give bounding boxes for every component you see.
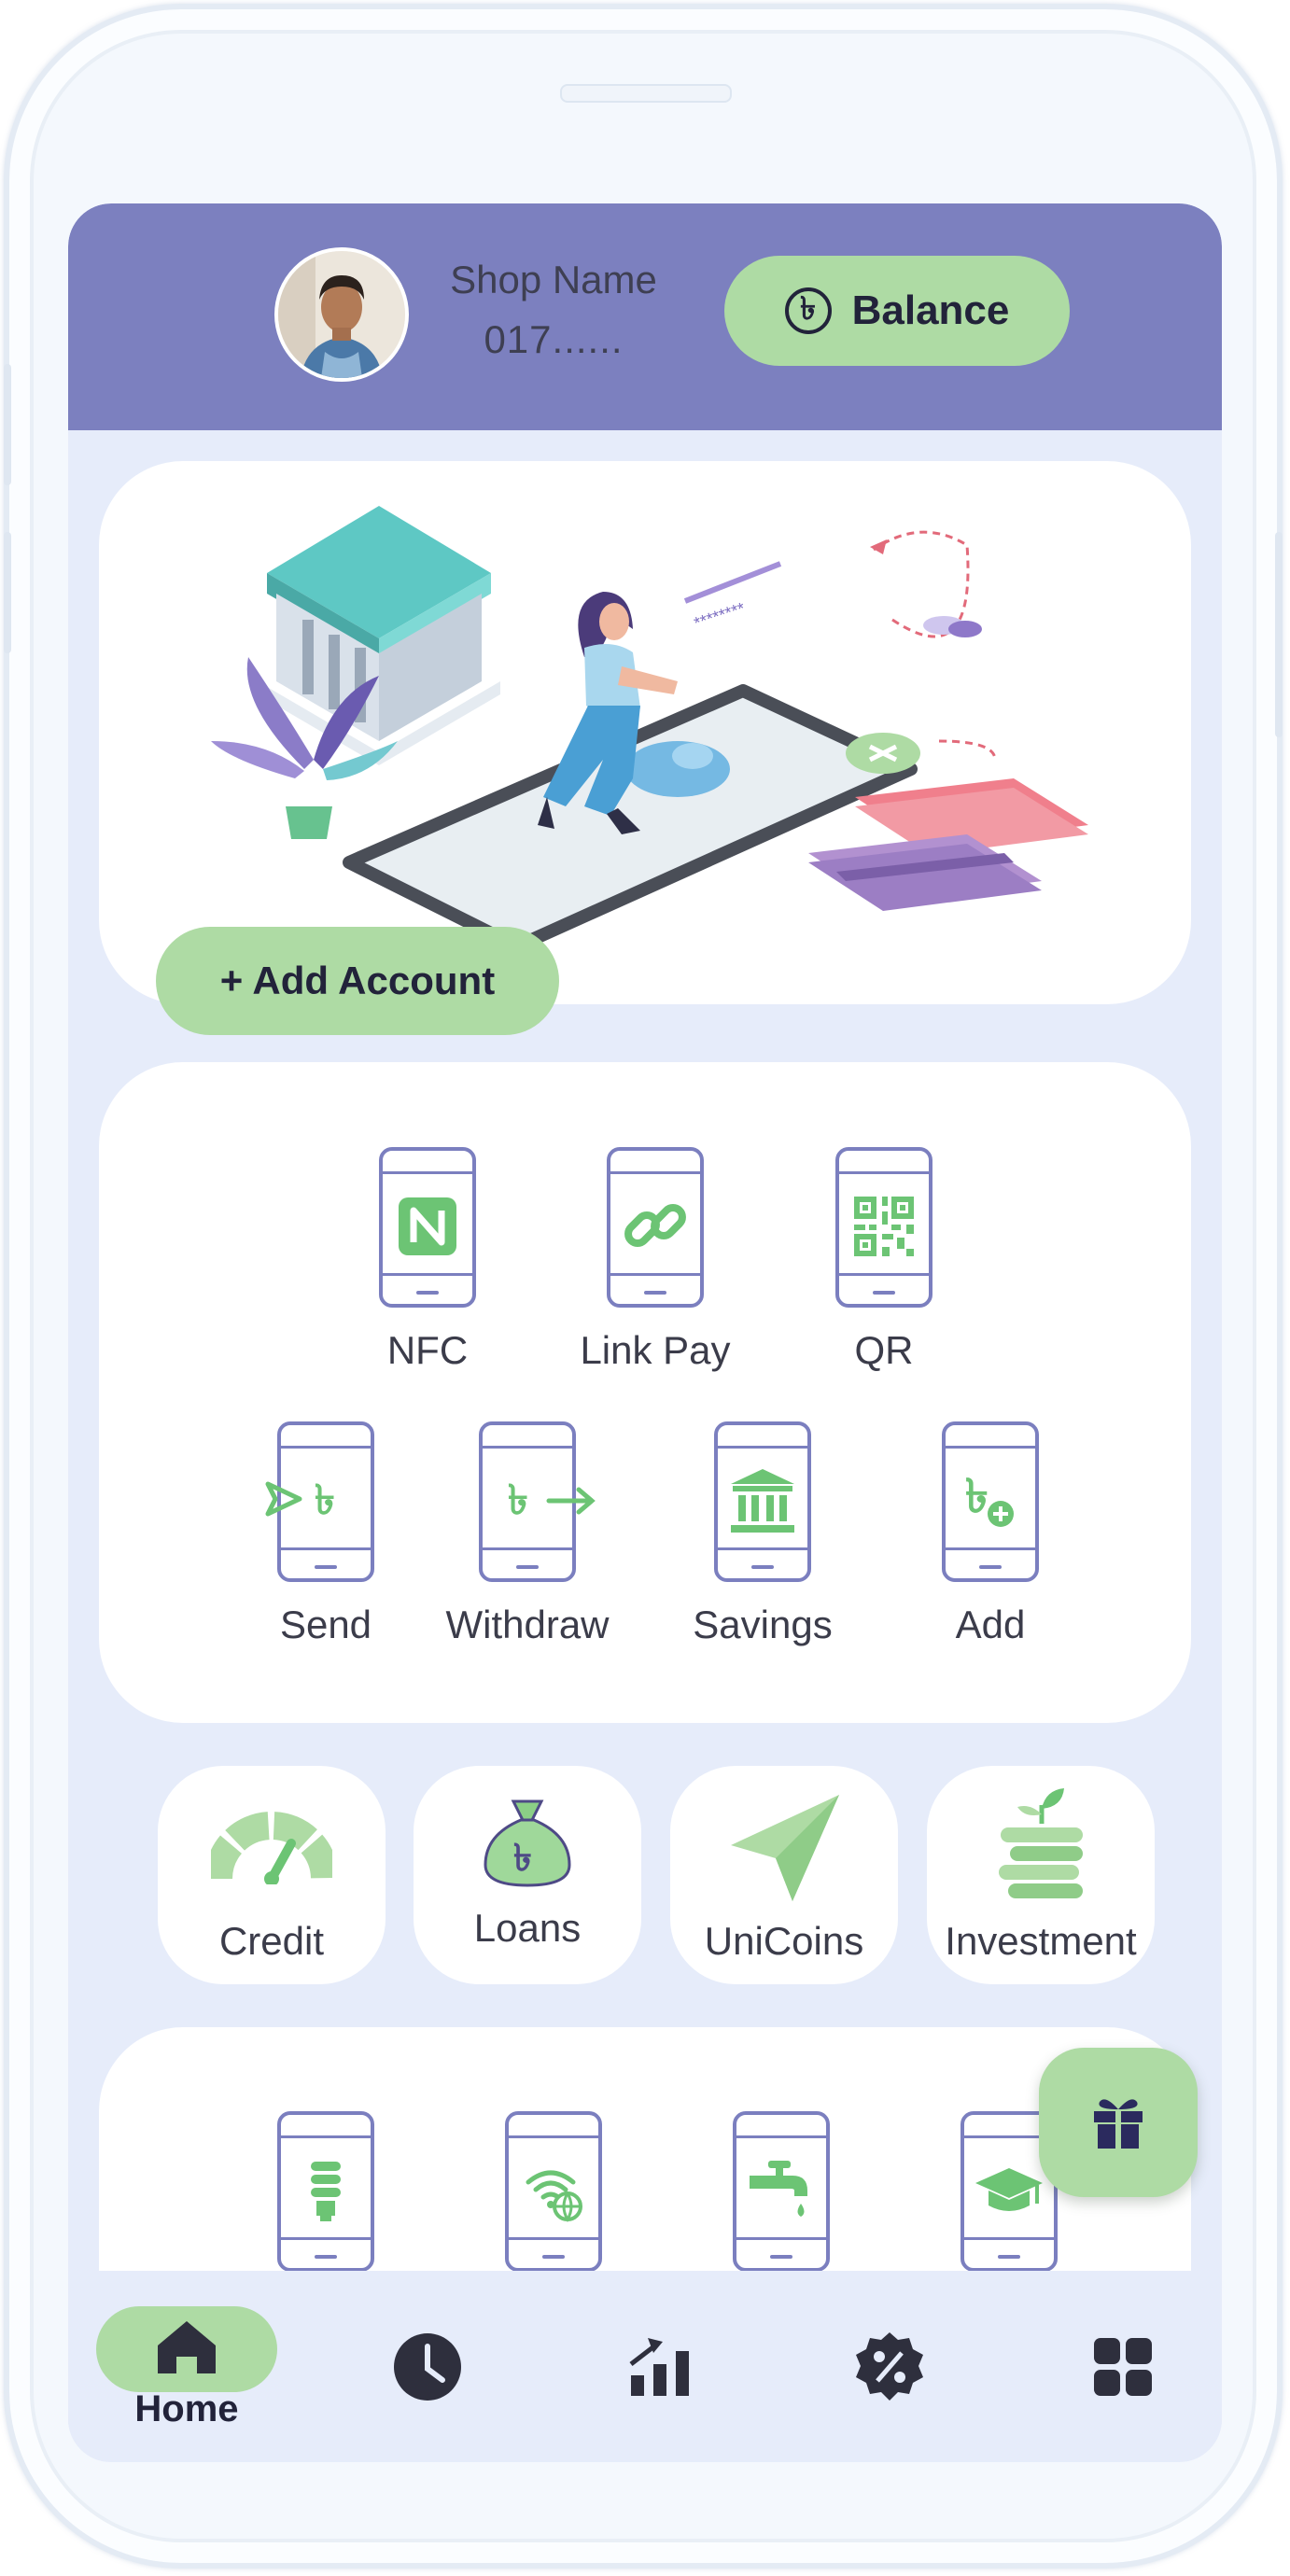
feature-credit[interactable]: Credit (158, 1766, 386, 1984)
feature-loans[interactable]: ৳ Loans (414, 1766, 641, 1984)
home-icon (158, 2321, 216, 2373)
balance-label: Balance (851, 287, 1010, 333)
bill-internet[interactable] (451, 2111, 656, 2272)
service-label: Link Pay (580, 1328, 731, 1372)
shop-phone-number: 017...... (484, 317, 624, 361)
paper-plane-icon (670, 1786, 898, 1908)
service-nfc[interactable]: NFC (325, 1147, 530, 1373)
service-label: Add (955, 1603, 1026, 1646)
nfc-icon (379, 1147, 476, 1308)
phone-side-button (4, 364, 11, 485)
nav-offers[interactable] (843, 2271, 936, 2462)
add-account-button[interactable]: + Add Account (156, 927, 559, 1035)
phone-side-button (4, 532, 11, 653)
feature-unicoins[interactable]: UniCoins (670, 1766, 898, 1984)
coin-stack-plant-icon (927, 1786, 1155, 1908)
feature-label: Loans (473, 1906, 582, 1950)
service-label: Withdraw (445, 1603, 610, 1646)
add-money-icon: ৳ (942, 1421, 1039, 1582)
feature-investment[interactable]: Investment (927, 1766, 1155, 1984)
service-link-pay[interactable]: Link Pay (553, 1147, 758, 1373)
bill-electricity[interactable] (223, 2111, 428, 2272)
phone-speaker (560, 84, 732, 103)
history-clock-icon (394, 2332, 461, 2401)
service-qr[interactable]: QR (781, 1147, 987, 1373)
link-icon (607, 1147, 704, 1308)
taka-icon: ৳ (784, 287, 832, 334)
bottom-nav: Home (68, 2271, 1222, 2462)
service-label: NFC (386, 1328, 469, 1372)
bank-icon (714, 1421, 811, 1582)
phone-side-button (1275, 532, 1283, 737)
svg-text:৳: ৳ (508, 1477, 528, 1524)
masked-text: ******** (692, 598, 747, 632)
speedometer-icon (158, 1786, 386, 1908)
water-tap-icon (733, 2111, 830, 2272)
svg-text:৳: ৳ (513, 1837, 532, 1880)
service-label: Savings (693, 1603, 833, 1646)
service-label: Send (279, 1603, 372, 1646)
service-label: QR (854, 1328, 914, 1372)
balance-button[interactable]: ৳ Balance (724, 256, 1070, 366)
electricity-bulb-icon (277, 2111, 374, 2272)
offers-percent-icon (856, 2331, 923, 2401)
nav-stats[interactable] (614, 2271, 708, 2462)
withdraw-icon: ৳ (479, 1421, 596, 1582)
banking-illustration: ******** (211, 506, 1088, 953)
gift-button[interactable] (1039, 2048, 1198, 2197)
feature-label: Investment (945, 1919, 1137, 1963)
shop-name: Shop Name (450, 258, 657, 301)
internet-globe-icon (505, 2111, 602, 2272)
service-add[interactable]: ৳ Add (888, 1421, 1093, 1647)
qr-code-icon (835, 1147, 932, 1308)
app-screen: Shop Name 017...... ৳ Balance ******** +… (68, 203, 1222, 2462)
nav-apps[interactable] (1076, 2271, 1170, 2462)
svg-text:৳: ৳ (965, 1469, 989, 1523)
promo-banner: ******** (99, 461, 1191, 1004)
feature-label: Credit (218, 1919, 325, 1963)
avatar[interactable] (274, 247, 409, 382)
stats-chart-icon (629, 2337, 689, 2396)
money-bag-icon: ৳ (414, 1779, 641, 1900)
apps-grid-icon (1094, 2337, 1152, 2396)
nav-home-label: Home (134, 2388, 239, 2429)
svg-text:৳: ৳ (315, 1477, 335, 1524)
service-withdraw[interactable]: ৳ Withdraw (425, 1421, 630, 1647)
nav-home[interactable] (96, 2306, 277, 2392)
nav-history[interactable] (381, 2271, 474, 2462)
profile-header: Shop Name 017...... ৳ Balance (68, 203, 1222, 430)
feature-label: UniCoins (704, 1919, 864, 1963)
send-money-icon: ৳ (265, 1421, 374, 1582)
gift-icon (1094, 2099, 1143, 2149)
bill-water[interactable] (679, 2111, 884, 2272)
service-savings[interactable]: Savings (660, 1421, 865, 1647)
service-send[interactable]: ৳ Send (223, 1421, 428, 1647)
